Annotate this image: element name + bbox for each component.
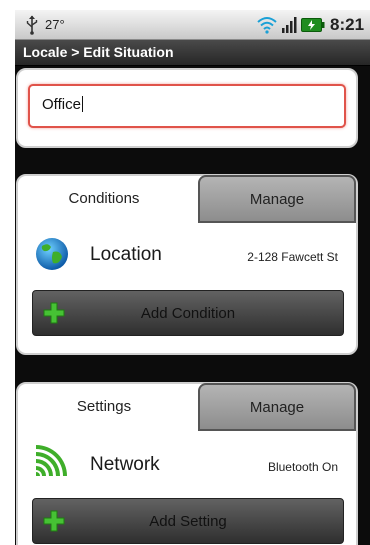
network-icon [36, 445, 67, 476]
setting-label: Network [90, 454, 160, 475]
setting-value: Bluetooth On [267, 460, 338, 474]
clock: 8:21 [330, 15, 365, 34]
globe-icon [36, 238, 68, 270]
add-condition-button[interactable]: Add Condition [32, 290, 344, 336]
settings-panel: Settings Manage Network Bluetooth On Add… [16, 382, 358, 545]
page-title: Locale > Edit Situation [23, 44, 174, 60]
signal-icon [282, 17, 297, 33]
tab-conditions[interactable]: Conditions [18, 176, 190, 224]
situation-name-value: Office [42, 96, 81, 113]
conditions-panel: Conditions Manage Location 2-128 Fawcett… [16, 174, 358, 355]
tab-settings[interactable]: Settings [18, 384, 190, 432]
situation-name-input[interactable]: Office [28, 84, 346, 128]
text-caret [81, 96, 83, 112]
condition-value: 2-128 Fawcett St [247, 250, 338, 264]
situation-name-panel: Office [16, 68, 358, 148]
wifi-icon [257, 17, 277, 34]
add-setting-button[interactable]: Add Setting [32, 498, 344, 544]
condition-label: Location [90, 244, 162, 265]
phone-screen: 27° 8:21 Locale > Edit Situation Office … [15, 10, 370, 545]
battery-icon [301, 18, 325, 32]
temperature: 27° [45, 17, 65, 32]
tab-manage-settings[interactable]: Manage [198, 383, 356, 431]
tab-manage-conditions[interactable]: Manage [198, 175, 356, 223]
status-bar: 27° 8:21 [15, 10, 370, 40]
add-condition-label: Add Condition [140, 305, 236, 322]
usb-icon [26, 15, 38, 35]
add-setting-label: Add Setting [149, 513, 227, 530]
title-bar: Locale > Edit Situation [15, 40, 370, 66]
